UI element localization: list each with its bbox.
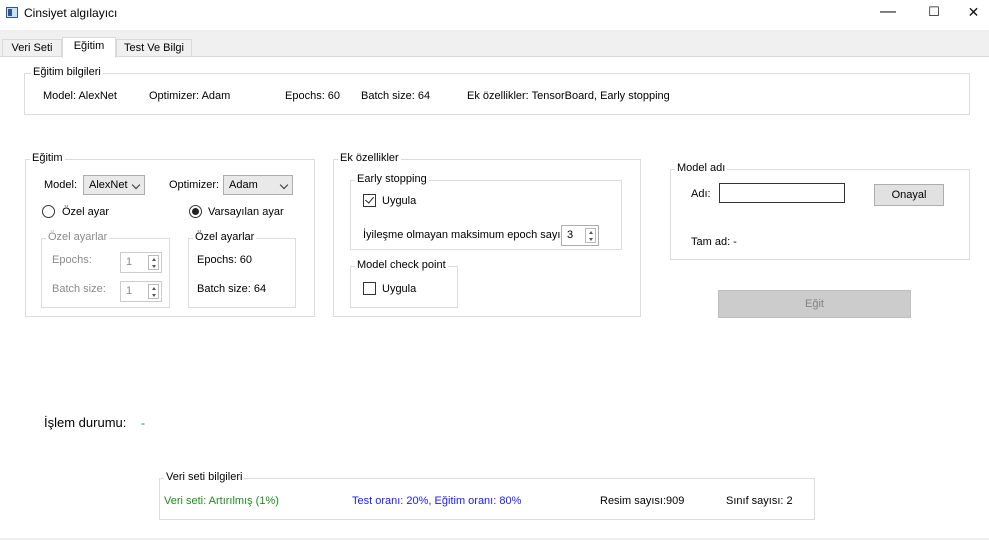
default-settings-radio-label[interactable]: Varsayılan ayar (208, 206, 284, 218)
info-batch-size: Batch size: 64 (361, 90, 431, 102)
info-epochs: Epochs: 60 (285, 90, 341, 102)
train-button[interactable]: Eğit (718, 290, 911, 318)
model-select-value: AlexNet (89, 179, 128, 191)
title-bar: Cinsiyet algılayıcı — ☐ ✕ (0, 0, 989, 30)
custom-epochs-spinbox[interactable]: 1 (120, 252, 162, 273)
maximize-button[interactable]: ☐ (914, 0, 954, 26)
spin-arrows-icon[interactable] (585, 228, 596, 243)
tab-bar: Veri Seti Eğitim Test Ve Bilgi (0, 37, 989, 58)
custom-batch-label: Batch size: (52, 283, 106, 295)
model-select[interactable]: AlexNet (83, 175, 145, 195)
chevron-down-icon (131, 180, 141, 190)
window-title: Cinsiyet algılayıcı (24, 6, 118, 20)
full-name-text: Tam ad: - (691, 236, 737, 248)
status-value: - (141, 416, 145, 430)
image-count: Resim sayısı:909 (600, 495, 685, 507)
info-extras: Ek özellikler: TensorBoard, Early stoppi… (467, 90, 670, 102)
early-stopping-group: Early stopping Uygula İyileşme olmayan m… (350, 173, 622, 250)
status-label: İşlem durumu: (44, 415, 127, 430)
dataset-info-group: Veri seti bilgileri Veri seti: Artırılmı… (159, 471, 815, 520)
patience-spinbox[interactable]: 3 (561, 225, 599, 246)
default-settings-title: Özel ayarlar (193, 231, 257, 243)
model-name-group: Model adı Adı: Onayal Tam ad: - (670, 162, 970, 260)
class-count: Sınıf sayısı: 2 (726, 495, 793, 507)
app-icon (6, 7, 18, 18)
model-name-label: Adı: (691, 188, 711, 200)
dataset-ratio: Test oranı: 20%, Eğitim oranı: 80% (352, 495, 522, 507)
minimize-button[interactable]: — (868, 0, 908, 26)
default-epochs: Epochs: 60 (197, 254, 253, 266)
default-settings-group: Özel ayarlar Epochs: 60 Batch size: 64 (188, 231, 296, 308)
tab-egitim[interactable]: Eğitim (62, 37, 116, 58)
early-stopping-title: Early stopping (355, 173, 429, 185)
checkpoint-apply-label[interactable]: Uygula (382, 283, 416, 295)
spin-arrows-icon[interactable] (148, 255, 159, 270)
checkmark-icon (365, 194, 374, 204)
model-name-input[interactable] (719, 183, 845, 203)
checkpoint-group: Model check point Uygula (350, 259, 458, 308)
early-stopping-apply-label[interactable]: Uygula (382, 195, 416, 207)
tab-test-ve-bilgi[interactable]: Test Ve Bilgi (116, 39, 192, 57)
tab-veri-seti[interactable]: Veri Seti (2, 39, 62, 57)
training-group-title: Eğitim (30, 152, 65, 164)
info-model: Model: AlexNet (43, 90, 117, 102)
model-name-title: Model adı (675, 162, 728, 174)
patience-label: İyileşme olmayan maksimum epoch sayısı: (363, 229, 573, 241)
training-info-group: Eğitim bilgileri Model: AlexNet Optimize… (24, 66, 970, 115)
chevron-down-icon (279, 180, 289, 190)
checkpoint-title: Model check point (355, 259, 448, 271)
extra-features-group: Ek özellikler Early stopping Uygula İyil… (333, 152, 641, 317)
custom-settings-title: Özel ayarlar (46, 231, 110, 243)
early-stopping-checkbox[interactable] (363, 194, 376, 207)
custom-epochs-label: Epochs: (52, 254, 92, 266)
custom-settings-group: Özel ayarlar Epochs: 1 Batch size: 1 (41, 231, 170, 308)
model-label: Model: (44, 179, 78, 191)
custom-settings-radio-label[interactable]: Özel ayar (62, 206, 109, 218)
optimizer-label: Optimizer: (169, 179, 220, 191)
confirm-name-button[interactable]: Onayal (874, 184, 944, 206)
close-button[interactable]: ✕ (958, 0, 989, 26)
custom-batch-spinbox[interactable]: 1 (120, 281, 162, 302)
training-group: Eğitim Model: AlexNet Optimizer: Adam Öz… (25, 152, 315, 317)
spin-arrows-icon[interactable] (148, 284, 159, 299)
info-optimizer: Optimizer: Adam (149, 90, 231, 102)
training-tab-panel: Eğitim bilgileri Model: AlexNet Optimize… (0, 56, 989, 538)
custom-epochs-value: 1 (126, 256, 133, 268)
optimizer-select[interactable]: Adam (223, 175, 293, 195)
default-batch-size: Batch size: 64 (197, 283, 267, 295)
dataset-name: Veri seti: Artırılmış (1%) (164, 495, 279, 507)
default-settings-radio[interactable] (189, 205, 202, 218)
patience-value: 3 (567, 229, 574, 241)
extra-features-title: Ek özellikler (338, 152, 401, 164)
training-info-title: Eğitim bilgileri (31, 66, 103, 78)
custom-batch-value: 1 (126, 285, 133, 297)
dataset-info-title: Veri seti bilgileri (164, 471, 245, 483)
checkpoint-checkbox[interactable] (363, 282, 376, 295)
custom-settings-radio[interactable] (42, 205, 55, 218)
optimizer-select-value: Adam (229, 179, 258, 191)
